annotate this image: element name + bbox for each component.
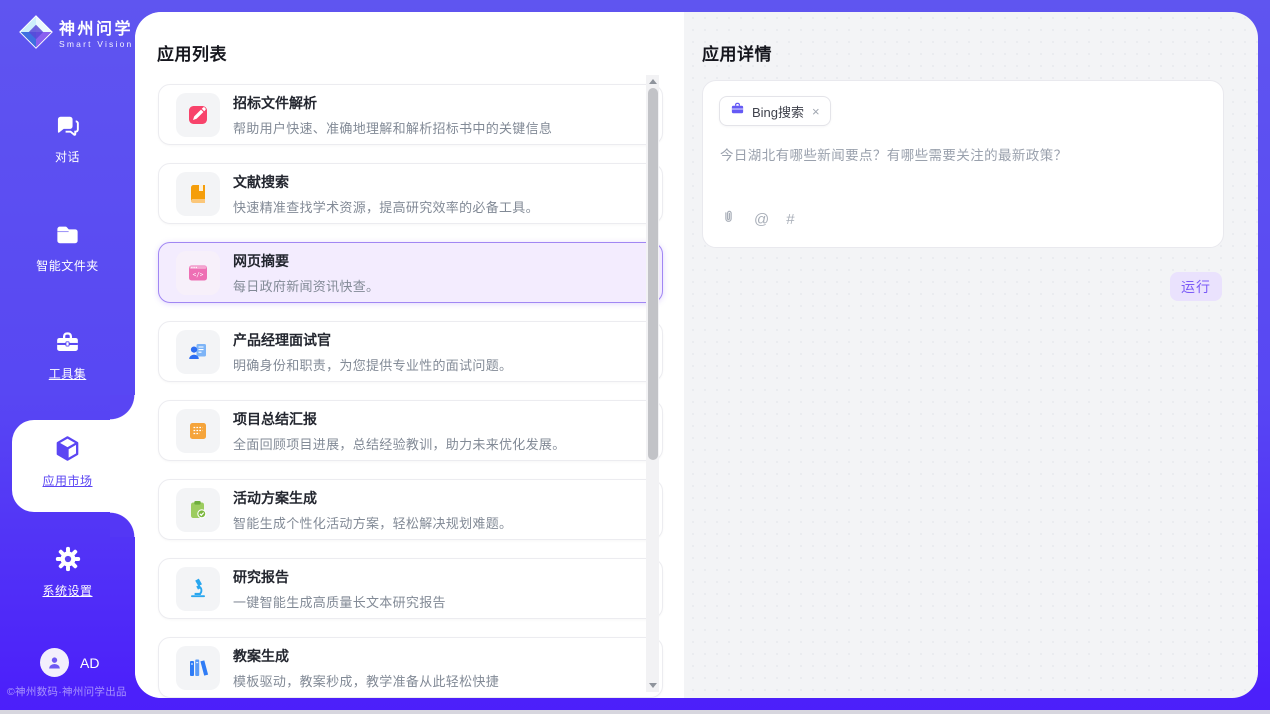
app-item-description: 每日政府新闻资讯快查。 (233, 276, 379, 295)
app-detail-card: Bing搜索 × 今日湖北有哪些新闻要点？有哪些需要关注的最新政策？ @ # (702, 80, 1224, 248)
svg-text:</>: </> (193, 271, 204, 278)
app-list-title: 应用列表 (157, 40, 227, 65)
browser-icon: </> (176, 251, 220, 295)
composer-toolbar: @ # (720, 209, 795, 230)
run-button[interactable]: 运行 (1170, 272, 1222, 301)
gear-icon (54, 545, 82, 578)
user-account[interactable]: AD (40, 648, 99, 677)
sidebar-item-settings[interactable]: 系统设置 (0, 545, 135, 599)
report-note-icon (176, 409, 220, 453)
app-item-name: 文献搜索 (233, 172, 539, 192)
toolbox-icon (54, 329, 81, 361)
sidebar-item-label: 系统设置 (42, 582, 92, 599)
app-list-item-research-report[interactable]: 研究报告一键智能生成高质量长文本研究报告 (158, 558, 663, 619)
brand-subtitle: Smart Vision (59, 39, 133, 49)
copyright-text: ©神州数码·神州问学出品 (7, 684, 142, 699)
app-item-name: 网页摘要 (233, 251, 379, 271)
app-item-description: 智能生成个性化活动方案，轻松解决规划难题。 (233, 513, 512, 532)
brand-logo-icon (18, 14, 54, 55)
sidebar-item-app-market[interactable]: 应用市场 (0, 434, 135, 489)
scrollbar-thumb[interactable] (648, 88, 658, 460)
user-initials: AD (80, 655, 99, 671)
app-item-text: 活动方案生成智能生成个性化活动方案，轻松解决规划难题。 (233, 488, 512, 532)
app-window: 神州问学 Smart Vision 对话智能文件夹工具集应用市场系统设置 AD … (0, 0, 1270, 714)
books-icon (176, 646, 220, 690)
app-item-description: 帮助用户快速、准确地理解和解析招标书中的关键信息 (233, 118, 552, 137)
app-item-text: 文献搜索快速精准查找学术资源，提高研究效率的必备工具。 (233, 172, 539, 216)
scrollbar-up-arrow-icon[interactable] (649, 79, 657, 84)
attachment-icon[interactable] (720, 209, 737, 230)
app-item-name: 研究报告 (233, 567, 446, 587)
brand: 神州问学 Smart Vision (18, 14, 133, 55)
app-list-item-bid-doc-analysis[interactable]: 招标文件解析帮助用户快速、准确地理解和解析招标书中的关键信息 (158, 84, 663, 145)
app-item-name: 招标文件解析 (233, 93, 552, 113)
interview-icon (176, 330, 220, 374)
app-item-text: 招标文件解析帮助用户快速、准确地理解和解析招标书中的关键信息 (233, 93, 552, 137)
app-item-description: 快速精准查找学术资源，提高研究效率的必备工具。 (233, 197, 539, 216)
briefcase-icon (730, 101, 745, 121)
app-item-description: 明确身份和职责，为您提供专业性的面试问题。 (233, 355, 512, 374)
sidebar-item-label: 应用市场 (42, 472, 92, 489)
window-bottom-strip (0, 710, 1270, 714)
app-item-name: 项目总结汇报 (233, 409, 566, 429)
app-list-item-pm-interviewer[interactable]: 产品经理面试官明确身份和职责，为您提供专业性的面试问题。 (158, 321, 663, 382)
sidebar-item-smart-folder[interactable]: 智能文件夹 (0, 221, 135, 274)
sidebar-item-label: 工具集 (49, 365, 87, 382)
question-text: 今日湖北有哪些新闻要点？有哪些需要关注的最新政策？ (720, 144, 1068, 164)
app-item-name: 活动方案生成 (233, 488, 512, 508)
brand-name: 神州问学 (59, 21, 133, 39)
app-list-panel: 应用列表 招标文件解析帮助用户快速、准确地理解和解析招标书中的关键信息文献搜索快… (135, 12, 684, 698)
app-item-description: 全面回顾项目进展，总结经验教训，助力未来优化发展。 (233, 434, 566, 453)
app-list-item-lesson-plan[interactable]: 教案生成模板驱动，教案秒成，教学准备从此轻松快捷 (158, 637, 663, 698)
sidebar-item-chat[interactable]: 对话 (0, 112, 135, 165)
cube-icon (53, 434, 82, 468)
clipboard-check-icon (176, 488, 220, 532)
mention-icon[interactable]: @ (754, 211, 769, 228)
tool-chip-label: Bing搜索 (752, 102, 804, 121)
active-tab-fillet-bottom (110, 512, 135, 537)
sidebar-item-label: 智能文件夹 (36, 257, 99, 274)
app-item-description: 一键智能生成高质量长文本研究报告 (233, 592, 446, 611)
scrollbar-down-arrow-icon[interactable] (649, 683, 657, 688)
content-area: 应用列表 招标文件解析帮助用户快速、准确地理解和解析招标书中的关键信息文献搜索快… (135, 12, 1258, 698)
app-item-text: 项目总结汇报全面回顾项目进展，总结经验教训，助力未来优化发展。 (233, 409, 566, 453)
edit-doc-icon (176, 93, 220, 137)
avatar[interactable] (40, 648, 69, 677)
chat-icon (54, 112, 81, 144)
book-icon (176, 172, 220, 216)
app-detail-title: 应用详情 (702, 40, 772, 65)
sidebar: 神州问学 Smart Vision 对话智能文件夹工具集应用市场系统设置 AD … (0, 0, 135, 714)
app-list-item-project-summary[interactable]: 项目总结汇报全面回顾项目进展，总结经验教训，助力未来优化发展。 (158, 400, 663, 461)
active-tab-fillet-top (110, 395, 135, 420)
tool-chip-bing-search[interactable]: Bing搜索 × (719, 96, 831, 126)
app-item-name: 产品经理面试官 (233, 330, 512, 350)
sidebar-item-label: 对话 (55, 148, 80, 165)
app-item-text: 网页摘要每日政府新闻资讯快查。 (233, 251, 379, 295)
app-list-item-literature-search[interactable]: 文献搜索快速精准查找学术资源，提高研究效率的必备工具。 (158, 163, 663, 224)
app-item-description: 模板驱动，教案秒成，教学准备从此轻松快捷 (233, 671, 499, 690)
folder-icon (54, 221, 81, 253)
app-item-name: 教案生成 (233, 646, 499, 666)
chip-close-icon[interactable]: × (812, 105, 820, 118)
app-list-item-event-plan[interactable]: 活动方案生成智能生成个性化活动方案，轻松解决规划难题。 (158, 479, 663, 540)
app-item-text: 教案生成模板驱动，教案秒成，教学准备从此轻松快捷 (233, 646, 499, 690)
app-item-text: 产品经理面试官明确身份和职责，为您提供专业性的面试问题。 (233, 330, 512, 374)
app-list-item-web-summary[interactable]: </> 网页摘要每日政府新闻资讯快查。 (158, 242, 663, 303)
sidebar-item-toolset[interactable]: 工具集 (0, 329, 135, 382)
microscope-icon (176, 567, 220, 611)
scrollbar[interactable] (646, 75, 659, 692)
app-item-text: 研究报告一键智能生成高质量长文本研究报告 (233, 567, 446, 611)
hash-icon[interactable]: # (786, 211, 794, 228)
